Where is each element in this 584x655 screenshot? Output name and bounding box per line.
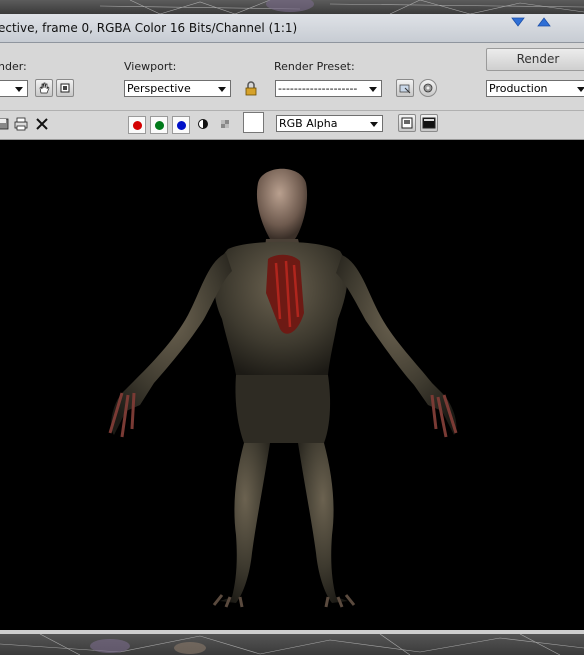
channel-value: RGB Alpha — [279, 117, 338, 130]
viewport-dropdown[interactable]: Perspective — [124, 80, 231, 97]
region-icon[interactable] — [56, 79, 74, 97]
area-to-render-label: nder: — [0, 60, 27, 73]
render-preset-label: Render Preset: — [274, 60, 355, 73]
viewport-value: Perspective — [127, 82, 191, 95]
settings-icon[interactable] — [419, 79, 437, 97]
display-toggle-icon[interactable] — [398, 114, 416, 132]
channel-dropdown[interactable]: RGB Alpha — [276, 115, 383, 132]
render-mode-dropdown[interactable]: Production — [486, 80, 584, 97]
save-image-icon[interactable] — [0, 116, 10, 132]
render-viewport[interactable] — [0, 143, 584, 630]
window-title: ective, frame 0, RGBA Color 16 Bits/Chan… — [0, 21, 298, 35]
render-preset-value: -------------------- — [278, 82, 358, 95]
render-window-titlebar: ective, frame 0, RGBA Color 16 Bits/Chan… — [0, 14, 584, 43]
wireframe-decoration — [99, 0, 584, 14]
toolbar-separator — [0, 110, 584, 111]
wireframe-decoration-bottom — [0, 634, 584, 655]
mono-icon[interactable] — [197, 118, 209, 130]
blue-channel-button[interactable] — [172, 116, 190, 134]
print-icon[interactable] — [13, 116, 29, 132]
color-swatch[interactable] — [243, 112, 264, 133]
rendered-creature-image — [108, 168, 458, 608]
clear-icon[interactable] — [34, 116, 50, 132]
lock-icon[interactable] — [243, 80, 259, 97]
green-channel-button[interactable] — [150, 116, 168, 134]
environment-icon[interactable] — [396, 79, 414, 97]
minimize-arrow-icon[interactable] — [511, 16, 525, 28]
render-preset-dropdown[interactable]: -------------------- — [275, 80, 382, 97]
scene-background-top — [0, 0, 584, 14]
viewport-label: Viewport: — [124, 60, 177, 73]
red-channel-button[interactable] — [128, 116, 146, 134]
alpha-checker-icon[interactable] — [219, 118, 231, 130]
scene-background-bottom — [0, 634, 584, 655]
blue-channel-icon — [176, 120, 186, 130]
render-mode-value: Production — [489, 82, 548, 95]
green-channel-icon — [154, 120, 164, 130]
area-dropdown[interactable] — [0, 80, 28, 97]
frame-window-icon[interactable] — [420, 114, 438, 132]
red-channel-icon — [132, 120, 142, 130]
pan-hand-icon[interactable] — [35, 79, 53, 97]
render-button[interactable]: Render — [486, 48, 584, 71]
maximize-arrow-icon[interactable] — [537, 16, 551, 28]
